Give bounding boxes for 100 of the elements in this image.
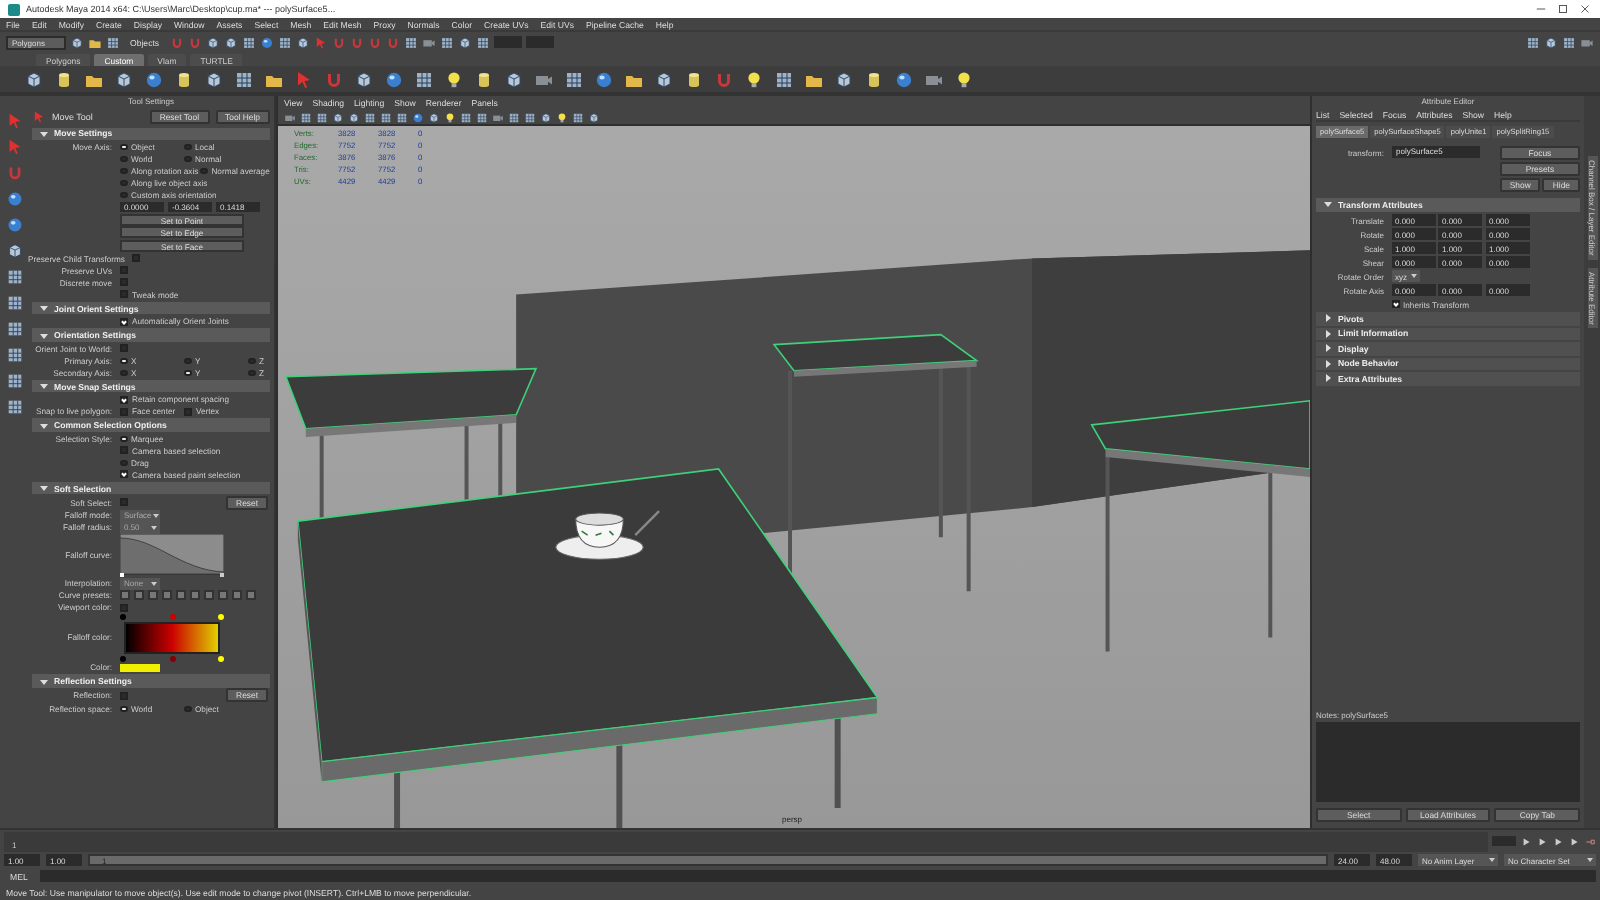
app-logo [8, 3, 20, 15]
sphere-icon[interactable] [144, 69, 164, 89]
cube-icon[interactable] [457, 35, 472, 49]
light-bulb-icon[interactable] [444, 69, 464, 89]
expanded-triangle-icon[interactable] [40, 304, 48, 313]
sphere-icon[interactable] [594, 69, 614, 89]
light-bulb-icon[interactable] [744, 69, 764, 89]
cube-icon[interactable] [354, 69, 374, 89]
expanded-triangle-icon[interactable] [40, 331, 48, 340]
grid-icon[interactable] [5, 398, 23, 416]
cube-icon[interactable] [834, 69, 854, 89]
color-ramp[interactable] [120, 613, 224, 662]
sphere-icon[interactable] [5, 190, 23, 208]
cube-icon[interactable] [588, 111, 600, 123]
folder-icon[interactable] [88, 35, 102, 49]
grid-icon[interactable] [5, 268, 23, 286]
camera-icon[interactable] [421, 35, 436, 49]
caret-icon [1409, 272, 1417, 280]
expanded-triangle-icon[interactable] [40, 382, 48, 391]
cube-icon[interactable] [204, 69, 224, 89]
sphere-icon[interactable] [894, 69, 914, 89]
grid-icon[interactable] [476, 111, 488, 123]
grid-icon[interactable] [5, 294, 23, 312]
falloff-curve-graph[interactable] [120, 533, 224, 578]
grid-icon[interactable] [460, 111, 472, 123]
expanded-triangle-icon[interactable] [40, 484, 48, 493]
cylinder-icon[interactable] [684, 69, 704, 89]
grid-icon[interactable] [5, 346, 23, 364]
grid-icon[interactable] [524, 111, 536, 123]
cylinder-icon[interactable] [174, 69, 194, 89]
command-field[interactable] [39, 870, 1596, 882]
grid-icon[interactable] [414, 69, 434, 89]
sphere-icon[interactable] [384, 69, 404, 89]
grid-icon[interactable] [475, 35, 490, 49]
cylinder-icon[interactable] [54, 69, 74, 89]
grid-icon[interactable] [774, 69, 794, 89]
grid-icon[interactable] [300, 111, 312, 123]
checkbox[interactable] [120, 266, 128, 275]
sphere-icon[interactable] [5, 216, 23, 234]
grid-icon[interactable] [5, 320, 23, 338]
notes-field[interactable] [1316, 722, 1580, 802]
cube-icon[interactable] [295, 35, 310, 49]
grid-icon[interactable] [1526, 35, 1540, 49]
cube-icon[interactable] [348, 111, 360, 123]
light-bulb-icon[interactable] [954, 69, 974, 89]
grid-icon[interactable] [106, 35, 120, 49]
grid-icon[interactable] [234, 69, 254, 89]
expanded-triangle-icon[interactable] [1324, 200, 1332, 209]
light-bulb-icon[interactable] [444, 111, 456, 123]
grid-icon[interactable] [396, 111, 408, 123]
cube-icon[interactable] [504, 69, 524, 89]
checkbox[interactable] [120, 344, 128, 353]
checkbox[interactable] [132, 254, 141, 263]
grid-icon[interactable] [508, 111, 520, 123]
key-icon[interactable] [1584, 835, 1596, 847]
cube-icon[interactable] [24, 69, 44, 89]
cube-icon[interactable] [114, 69, 134, 89]
grid-icon[interactable] [439, 35, 454, 49]
maximize-icon[interactable] [1556, 2, 1570, 16]
cube-icon[interactable] [205, 35, 220, 49]
expanded-triangle-icon[interactable] [40, 421, 48, 430]
cylinder-icon[interactable] [474, 69, 494, 89]
cylinder-icon[interactable] [864, 69, 884, 89]
camera-icon[interactable] [1580, 35, 1594, 49]
cube-icon[interactable] [428, 111, 440, 123]
grid-icon[interactable] [572, 111, 584, 123]
expanded-triangle-icon[interactable] [40, 129, 48, 138]
checkbox[interactable] [120, 603, 128, 612]
grid-icon[interactable] [1562, 35, 1576, 49]
expanded-triangle-icon[interactable] [40, 677, 48, 686]
camera-icon[interactable] [492, 111, 504, 123]
number-field[interactable] [493, 36, 522, 48]
cube-icon[interactable] [223, 35, 238, 49]
checkbox[interactable] [120, 278, 128, 287]
sphere-icon[interactable] [412, 111, 424, 123]
close-icon[interactable] [1578, 2, 1592, 16]
grid-icon[interactable] [364, 111, 376, 123]
checkbox[interactable] [120, 691, 128, 700]
grid-icon[interactable] [403, 35, 418, 49]
cube-icon[interactable] [5, 242, 23, 260]
grid-icon[interactable] [564, 69, 584, 89]
cube-icon[interactable] [70, 35, 84, 49]
sphere-icon[interactable] [259, 35, 274, 49]
cube-icon[interactable] [540, 111, 552, 123]
cube-icon[interactable] [332, 111, 344, 123]
cube-icon[interactable] [1544, 35, 1558, 49]
cube-icon[interactable] [654, 69, 674, 89]
grid-icon[interactable] [316, 111, 328, 123]
grid-icon[interactable] [380, 111, 392, 123]
checkbox[interactable] [120, 498, 128, 507]
caret-icon [1488, 856, 1496, 864]
camera-icon[interactable] [284, 111, 296, 123]
current-frame-field[interactable] [1492, 835, 1516, 847]
grid-icon[interactable] [277, 35, 292, 49]
teacup-drawing [555, 510, 660, 560]
grid-icon[interactable] [241, 35, 256, 49]
number-field[interactable] [525, 36, 554, 48]
color-swatch[interactable] [120, 663, 160, 672]
grid-icon[interactable] [5, 372, 23, 390]
light-bulb-icon[interactable] [556, 111, 568, 123]
